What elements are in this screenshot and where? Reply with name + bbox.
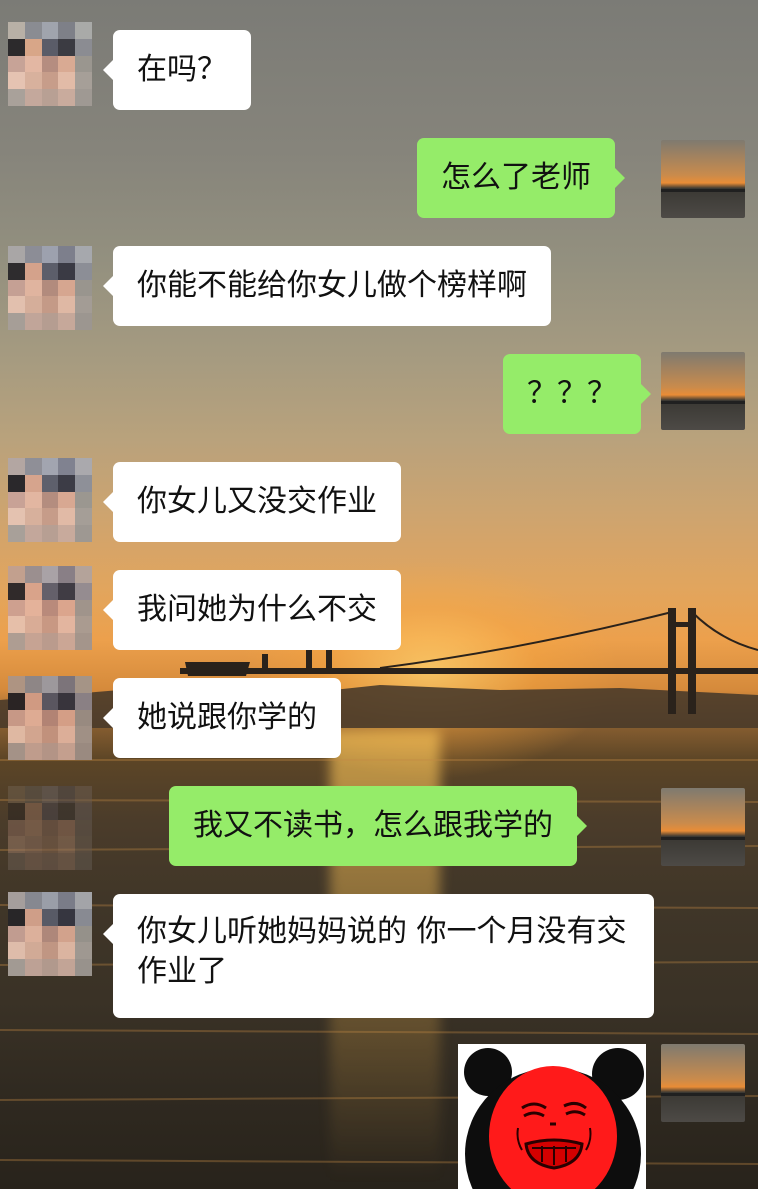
contact-avatar[interactable] — [8, 458, 92, 542]
pixelated-avatar-icon — [8, 458, 92, 542]
own-avatar[interactable] — [661, 1044, 745, 1122]
message-bubble-incoming[interactable]: 在吗？ — [103, 30, 251, 110]
message-text: 你能不能给你女儿做个榜样啊 — [137, 268, 527, 303]
sticker-message[interactable] — [458, 1044, 646, 1189]
message-text: 她说跟你学的 — [137, 700, 317, 735]
sunset-avatar-icon — [661, 788, 745, 866]
message-text: 你女儿听她妈妈说的 你一个月没有交作业了 — [137, 914, 627, 989]
pixelated-avatar-icon — [8, 22, 92, 106]
sunset-avatar-icon — [661, 140, 745, 218]
contact-avatar[interactable] — [8, 676, 92, 760]
message-bubble-incoming[interactable]: 你女儿听她妈妈说的 你一个月没有交作业了 — [103, 894, 654, 1018]
message-text: 你女儿又没交作业 — [137, 484, 377, 519]
message-bubble-incoming[interactable]: 我问她为什么不交 — [103, 570, 401, 650]
own-avatar[interactable] — [661, 352, 745, 430]
message-text: ？？？ — [527, 376, 617, 411]
message-bubble-incoming[interactable]: 你女儿又没交作业 — [103, 462, 401, 542]
pixelated-avatar-icon — [8, 566, 92, 650]
pixelated-avatar-icon — [8, 246, 92, 330]
pixelated-avatar-icon — [8, 676, 92, 760]
contact-avatar-faded — [8, 786, 92, 870]
contact-avatar[interactable] — [8, 892, 92, 976]
contact-avatar[interactable] — [8, 566, 92, 650]
contact-avatar[interactable] — [8, 246, 92, 330]
message-bubble-incoming[interactable]: 她说跟你学的 — [103, 678, 341, 758]
message-bubble-outgoing[interactable]: ？？？ — [503, 354, 651, 434]
pixelated-avatar-icon — [8, 892, 92, 976]
pixelated-avatar-icon — [8, 786, 92, 870]
message-bubble-outgoing[interactable]: 我又不读书，怎么跟我学的 — [169, 786, 587, 866]
own-avatar[interactable] — [661, 140, 745, 218]
own-avatar[interactable] — [661, 788, 745, 866]
message-text: 我又不读书，怎么跟我学的 — [193, 808, 553, 843]
message-text: 我问她为什么不交 — [137, 592, 377, 627]
message-text: 在吗？ — [137, 52, 227, 87]
message-bubble-incoming[interactable]: 你能不能给你女儿做个榜样啊 — [103, 246, 551, 326]
red-panda-face-meme-icon — [458, 1044, 646, 1189]
message-bubble-outgoing[interactable]: 怎么了老师 — [417, 138, 625, 218]
message-text: 怎么了老师 — [441, 160, 591, 195]
contact-avatar[interactable] — [8, 22, 92, 106]
sunset-avatar-icon — [661, 352, 745, 430]
sunset-avatar-icon — [661, 1044, 745, 1122]
